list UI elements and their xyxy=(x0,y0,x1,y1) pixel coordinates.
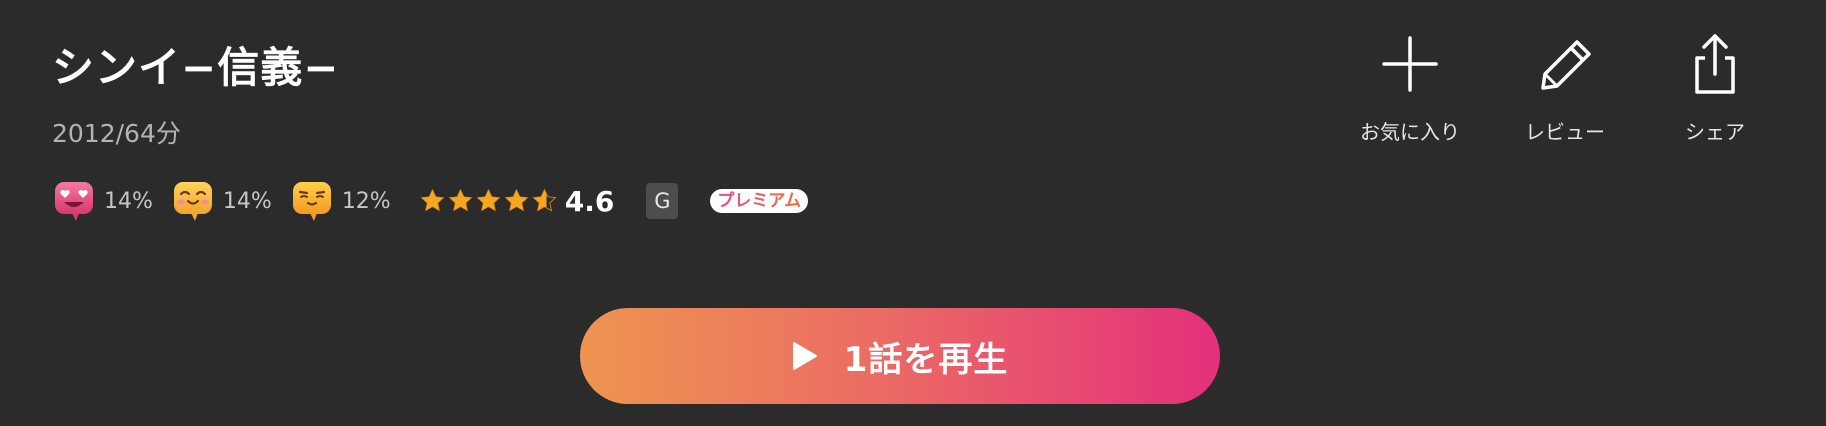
play-episode-button[interactable]: 1話を再生 xyxy=(580,308,1220,404)
action-buttons: お気に入り レビュー シェア xyxy=(1340,32,1780,152)
blushing-smile-emoji-icon xyxy=(173,182,212,221)
star-icon xyxy=(476,188,501,212)
release-year-duration: 2012/64分 xyxy=(52,119,181,148)
play-button-label: 1話を再生 xyxy=(843,339,1009,380)
pencil-icon xyxy=(1541,40,1591,90)
reaction-percent: 12% xyxy=(341,188,391,214)
page-title: シンイ−信義− xyxy=(52,43,340,92)
review-button[interactable]: レビュー xyxy=(1495,32,1635,145)
share-button[interactable]: シェア xyxy=(1645,32,1785,145)
reaction-percent: 14% xyxy=(222,188,272,214)
reaction-content: 12% xyxy=(290,179,391,223)
content-smile-emoji-icon xyxy=(292,182,331,221)
favorite-button[interactable]: お気に入り xyxy=(1340,32,1480,145)
heart-eyes-emoji-icon xyxy=(55,182,93,221)
share-label: シェア xyxy=(1685,120,1745,144)
title-detail-panel: シンイ−信義− 2012/64分 14% 14% 12% 4.6 G プレミアム… xyxy=(0,0,1826,426)
play-icon xyxy=(792,342,817,370)
review-label: レビュー xyxy=(1525,120,1605,144)
reaction-blushing: 14% xyxy=(171,179,272,223)
star-icon xyxy=(448,188,473,212)
reaction-percent: 14% xyxy=(104,188,153,214)
half-star-icon xyxy=(532,188,557,212)
favorite-label: お気に入り xyxy=(1360,120,1460,144)
star-icon xyxy=(420,188,445,212)
premium-badge: プレミアム xyxy=(710,189,809,213)
stats-row: 14% 14% 12% 4.6 G プレミアム xyxy=(52,178,809,224)
rating-value: 4.6 xyxy=(564,184,615,218)
premium-badge-label: プレミアム xyxy=(717,191,802,211)
star-icon xyxy=(504,188,529,212)
share-icon xyxy=(1695,34,1735,94)
reaction-heart-eyes: 14% xyxy=(52,179,153,223)
plus-icon xyxy=(1382,36,1438,92)
age-rating-badge: G xyxy=(646,183,679,219)
star-rating: 4.6 xyxy=(419,184,615,218)
